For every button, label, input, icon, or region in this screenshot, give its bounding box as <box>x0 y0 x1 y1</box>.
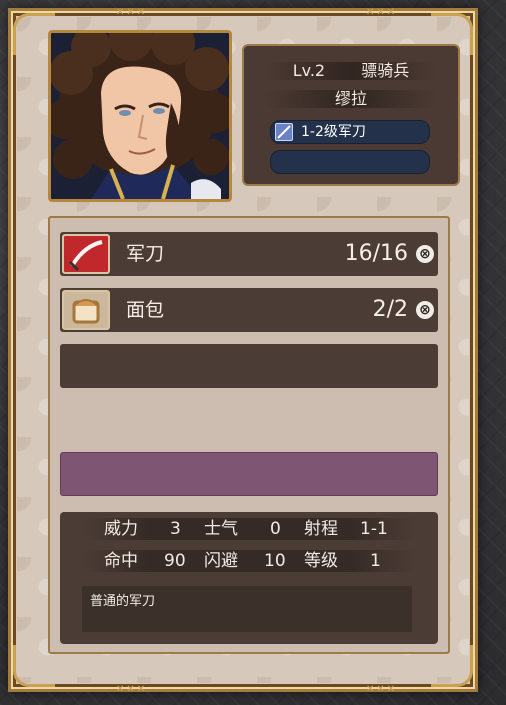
edge-ornament: ✕✕✕ <box>366 684 398 695</box>
sword-icon <box>275 123 293 141</box>
stats-row-2: 命中 90 闪避 10 等级 1 <box>82 550 416 572</box>
inventory-item[interactable]: 面包 2/2 ⊗ <box>60 288 438 332</box>
hit-label: 命中 <box>104 551 138 571</box>
empty-inventory-slot[interactable] <box>60 344 438 388</box>
unit-class: 骠骑兵 <box>361 61 410 80</box>
unit-level: Lv.2 <box>292 61 326 80</box>
power-label: 威力 <box>104 519 138 539</box>
unit-name: 缪拉 <box>264 90 438 108</box>
edge-ornament: ✕✕✕ <box>116 684 148 695</box>
discard-button[interactable]: ⊗ <box>416 301 434 319</box>
item-count: 16/16 <box>344 241 408 266</box>
portrait-image <box>51 33 229 199</box>
power-value: 3 <box>170 519 181 539</box>
saber-icon <box>62 234 110 274</box>
item-name: 面包 <box>126 299 165 321</box>
range-value: 1-1 <box>360 519 388 539</box>
level-class-row: Lv.2 骠骑兵 <box>264 62 438 80</box>
grade-label: 等级 <box>304 551 338 571</box>
item-name: 军刀 <box>126 243 165 265</box>
edge-ornament: ✕✕✕ <box>366 7 398 18</box>
empty-equip-slot[interactable] <box>270 150 430 174</box>
range-label: 射程 <box>304 519 338 539</box>
discard-button[interactable]: ⊗ <box>416 245 434 263</box>
morale-value: 0 <box>270 519 281 539</box>
inventory-panel: 军刀 16/16 ⊗ 面包 2/2 ⊗ 威力 3 士气 0 射程 1-1 命中 … <box>48 216 450 654</box>
item-count: 2/2 <box>372 297 408 322</box>
equipped-weapon-label: 1-2级军刀 <box>301 124 366 140</box>
item-description: 普通的军刀 <box>82 586 412 632</box>
evade-value: 10 <box>264 551 286 571</box>
inventory-item[interactable]: 军刀 16/16 ⊗ <box>60 232 438 276</box>
stats-row-1: 威力 3 士气 0 射程 1-1 <box>82 518 416 540</box>
edge-ornament: ✕✕✕ <box>116 7 148 18</box>
unit-portrait <box>48 30 232 202</box>
hit-value: 90 <box>164 551 186 571</box>
grade-value: 1 <box>370 551 381 571</box>
evade-label: 闪避 <box>204 551 238 571</box>
item-stats-box: 威力 3 士气 0 射程 1-1 命中 90 闪避 10 等级 1 普通的军刀 <box>60 512 438 644</box>
equipped-weapon-slot[interactable]: 1-2级军刀 <box>270 120 430 144</box>
bread-icon <box>62 290 110 330</box>
unit-info-box: Lv.2 骠骑兵 缪拉 1-2级军刀 <box>242 44 460 186</box>
morale-label: 士气 <box>204 519 238 539</box>
item-detail-bar <box>60 452 438 496</box>
